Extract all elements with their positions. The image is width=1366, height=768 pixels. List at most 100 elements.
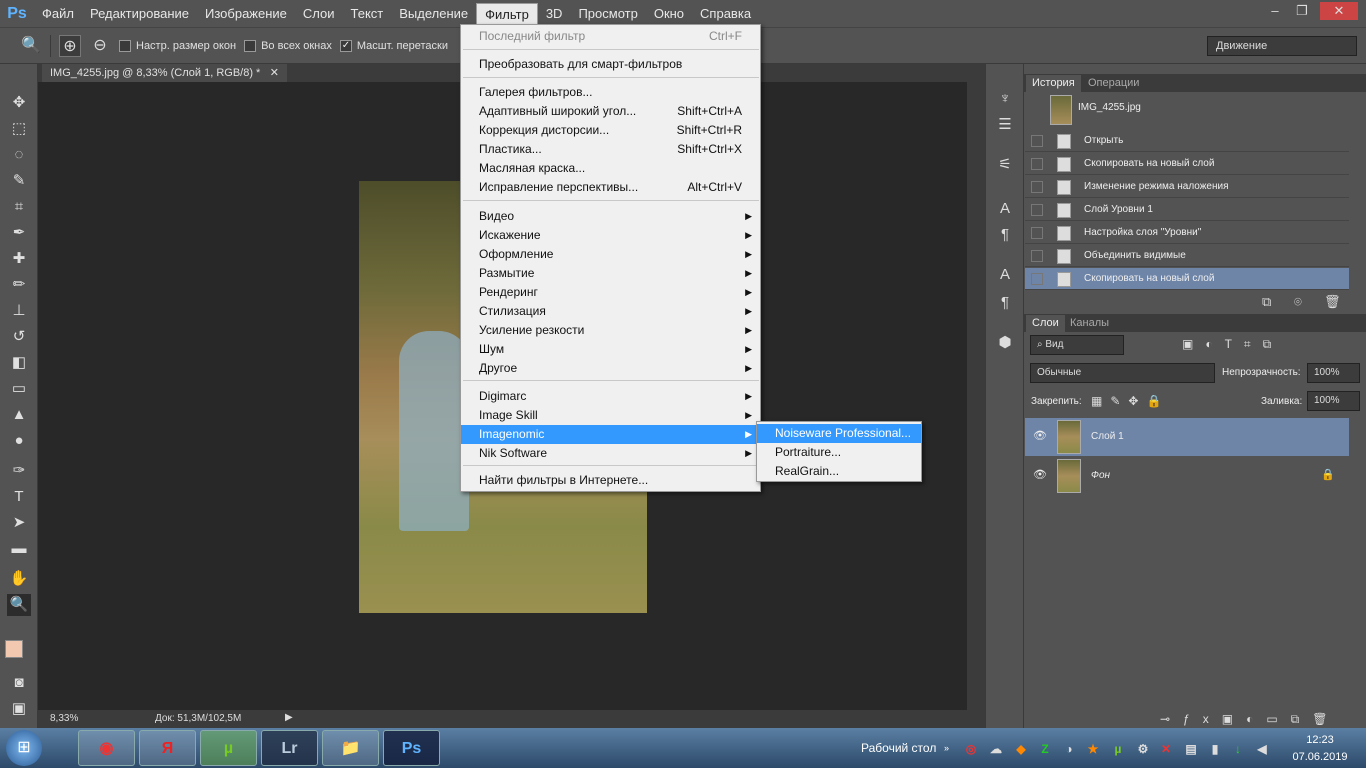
eye-icon[interactable]: 👁: [1033, 429, 1047, 442]
scrubby-zoom-checkbox[interactable]: ✓ Масшт. перетаски: [339, 39, 448, 52]
history-brush-icon[interactable]: ↺: [7, 326, 31, 348]
screen-mode-icon[interactable]: ▣: [7, 698, 31, 720]
shape-tool-icon[interactable]: ▬: [7, 538, 31, 560]
checkbox[interactable]: [1031, 181, 1043, 193]
photoshop-taskbar-button[interactable]: Ps: [383, 730, 440, 766]
tab-channels[interactable]: Каналы: [1064, 315, 1115, 332]
menu-type[interactable]: Текст: [343, 3, 392, 25]
menu-item-imagenomic[interactable]: Imagenomic ▶: [461, 425, 760, 444]
healing-brush-icon[interactable]: ✚: [7, 248, 31, 270]
menu-help[interactable]: Справка: [692, 3, 759, 25]
history-step[interactable]: Объединить видимые: [1025, 245, 1349, 267]
menu-item-stylize-design[interactable]: Оформление ▶: [461, 245, 760, 264]
tray-utorrent-icon[interactable]: µ: [1110, 741, 1126, 757]
menu-item-browse-filters[interactable]: Найти фильтры в Интернете...: [461, 471, 760, 490]
tray-app-icon[interactable]: ✕: [1158, 741, 1174, 757]
checkbox-box[interactable]: ✓: [339, 39, 352, 52]
menu-select[interactable]: Выделение: [391, 3, 476, 25]
snapshot-camera-icon[interactable]: ⌾: [1294, 294, 1302, 310]
menu-window[interactable]: Окно: [646, 3, 692, 25]
restore-button[interactable]: ❐: [1290, 2, 1314, 20]
history-step-active[interactable]: Скопировать на новый слой: [1025, 268, 1349, 290]
minimize-button[interactable]: –: [1263, 2, 1287, 20]
menu-view[interactable]: Просмотр: [570, 3, 645, 25]
tray-app-icon[interactable]: ☁: [988, 741, 1004, 757]
brush-preset-icon[interactable]: ♆: [994, 88, 1016, 110]
tray-app-icon[interactable]: ◆: [1013, 741, 1029, 757]
clock-date[interactable]: 07.06.2019: [1284, 751, 1356, 763]
history-step[interactable]: Настройка слоя "Уровни": [1025, 222, 1349, 244]
eyedropper-tool-icon[interactable]: ✒: [7, 222, 31, 244]
menu-item-distort[interactable]: Искажение ▶: [461, 226, 760, 245]
tab-history[interactable]: История: [1026, 75, 1081, 92]
yandex-taskbar-button[interactable]: Я: [139, 730, 196, 766]
checkbox-box[interactable]: [119, 39, 131, 52]
history-step[interactable]: Изменение режима наложения: [1025, 176, 1349, 198]
tray-app-icon[interactable]: ◑: [1061, 741, 1077, 757]
layer-filter-icons[interactable]: ▣◐T⌗⧉: [1182, 337, 1283, 352]
properties-icon[interactable]: ⚟: [994, 154, 1016, 176]
trash-icon[interactable]: 🗑: [1324, 294, 1341, 310]
menu-layers[interactable]: Слои: [295, 3, 343, 25]
menu-item-other[interactable]: Другое ▶: [461, 359, 760, 378]
menu-image[interactable]: Изображение: [197, 3, 295, 25]
menu-edit[interactable]: Редактирование: [82, 3, 197, 25]
checkbox-box[interactable]: [244, 39, 257, 52]
blur-tool-icon[interactable]: ▲: [7, 404, 31, 426]
checkbox[interactable]: [1031, 158, 1043, 170]
para-styles-icon[interactable]: ¶: [994, 292, 1016, 314]
menu-item-adaptive-wide-angle[interactable]: Адаптивный широкий угол... Shift+Ctrl+A: [461, 102, 760, 121]
menu-item-vanishing-point[interactable]: Исправление перспективы... Alt+Ctrl+V: [461, 178, 760, 197]
utorrent-taskbar-button[interactable]: µ: [200, 730, 257, 766]
tab-actions[interactable]: Операции: [1082, 75, 1145, 92]
stamp-tool-icon[interactable]: ⊥: [7, 300, 31, 322]
menu-item-stylize[interactable]: Стилизация ▶: [461, 302, 760, 321]
tray-app-icon[interactable]: Z: [1037, 741, 1053, 757]
download-icon[interactable]: ↓: [1230, 741, 1246, 757]
layer-filter-kind-select[interactable]: ⌕ Вид: [1030, 335, 1124, 355]
history-step[interactable]: Скопировать на новый слой: [1025, 153, 1349, 175]
close-tab-icon[interactable]: ✕: [270, 64, 279, 82]
layer-name[interactable]: Фон: [1091, 470, 1110, 481]
menu-item-blur[interactable]: Размытие ▶: [461, 264, 760, 283]
eraser-tool-icon[interactable]: ◧: [7, 352, 31, 374]
path-select-icon[interactable]: ➤: [7, 512, 31, 534]
menu-item-image-skill[interactable]: Image Skill ▶: [461, 406, 760, 425]
character-icon[interactable]: A: [994, 198, 1016, 220]
zoom-in-icon[interactable]: ⊕: [59, 34, 81, 57]
brush-tool-icon[interactable]: ✏: [7, 274, 31, 296]
desktop-toolbar-label[interactable]: Рабочий стол: [861, 741, 936, 755]
menu-item-smart-filters[interactable]: Преобразовать для смарт-фильтров: [461, 55, 760, 74]
checkbox[interactable]: [1031, 250, 1043, 262]
tab-layers[interactable]: Слои: [1026, 315, 1065, 332]
menu-file[interactable]: Файл: [34, 3, 82, 25]
gradient-tool-icon[interactable]: ▭: [7, 378, 31, 400]
zoom-level[interactable]: 8,33%: [50, 713, 78, 724]
menu-3d[interactable]: 3D: [538, 3, 571, 25]
zoom-out-icon[interactable]: ⊖: [89, 35, 111, 57]
quick-mask-icon[interactable]: ◙: [7, 672, 31, 694]
workspace-select[interactable]: Движение: [1207, 36, 1357, 56]
explorer-taskbar-button[interactable]: 📁: [322, 730, 379, 766]
type-tool-icon[interactable]: T: [7, 486, 31, 508]
move-tool-icon[interactable]: ✥: [7, 92, 31, 114]
close-button[interactable]: ✕: [1320, 2, 1358, 20]
quick-select-tool-icon[interactable]: ✎: [7, 170, 31, 192]
menu-item-render[interactable]: Рендеринг ▶: [461, 283, 760, 302]
chrome-taskbar-button[interactable]: ◉: [78, 730, 135, 766]
clock-time[interactable]: 12:23: [1290, 734, 1350, 746]
all-windows-checkbox[interactable]: Во всех окнах: [244, 39, 332, 52]
zoom-tool-icon[interactable]: 🔍: [20, 35, 42, 57]
3d-icon[interactable]: ⬢: [994, 332, 1016, 354]
history-step[interactable]: Слой Уровни 1: [1025, 199, 1349, 221]
crop-tool-icon[interactable]: ⌗: [7, 196, 31, 218]
snapshot-name[interactable]: IMG_4255.jpg: [1078, 102, 1141, 113]
lightroom-taskbar-button[interactable]: Lr: [261, 730, 318, 766]
history-step[interactable]: Открыть: [1025, 130, 1349, 152]
layer-row[interactable]: 👁 Фон 🔒: [1025, 457, 1349, 495]
menu-item-lens-correction[interactable]: Коррекция дисторсии... Shift+Ctrl+R: [461, 121, 760, 140]
blend-mode-select[interactable]: Обычные: [1030, 363, 1215, 383]
char-styles-icon[interactable]: A: [994, 264, 1016, 286]
hand-tool-icon[interactable]: ✋: [7, 568, 31, 590]
menu-item-noise[interactable]: Шум ▶: [461, 340, 760, 359]
